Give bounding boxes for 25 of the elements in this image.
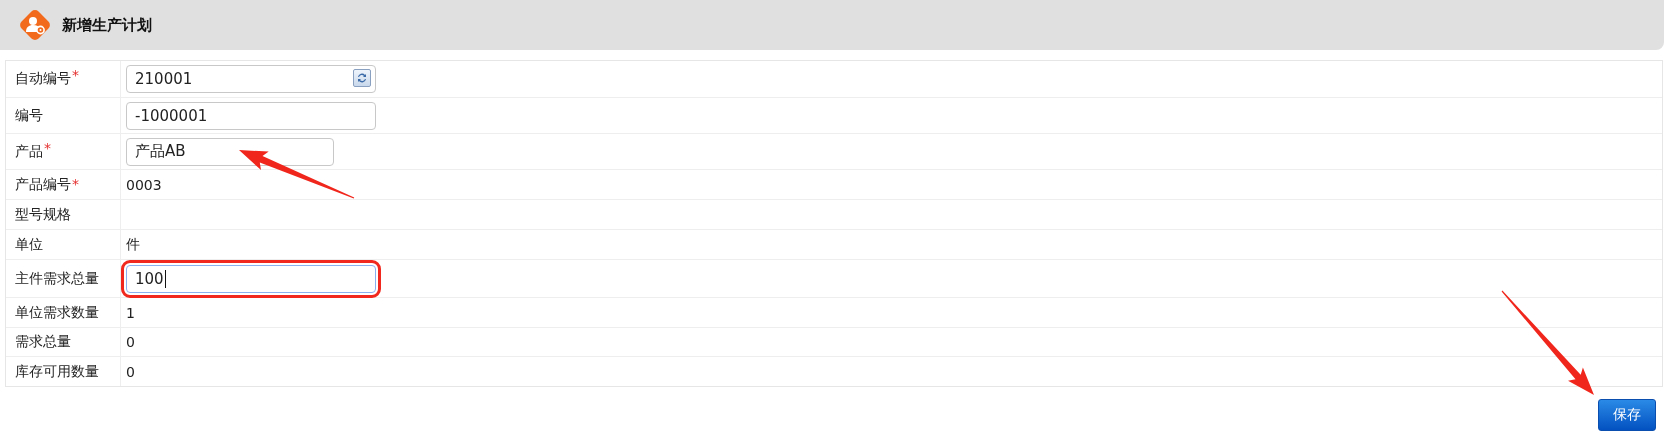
save-button[interactable]: 保存 [1598,399,1656,431]
field-label: 编号 [15,106,43,125]
input-field[interactable]: -1000001 [126,101,376,130]
field-value: 1 [126,304,135,321]
required-mark: * [72,176,79,192]
required-mark: * [44,140,51,156]
field-label: 需求总量 [15,333,71,351]
field-label: 产品编号 [15,175,71,194]
field-label: 自动编号 [15,70,71,88]
input-field[interactable]: 产品AB [126,137,334,166]
field-value: 0 [126,363,135,380]
field-label: 单位需求数量 [15,303,99,322]
field-label: 型号规格 [15,205,71,224]
field-value: 0003 [126,176,162,193]
field-label: 产品 [15,142,43,161]
field-label: 单位 [15,235,43,254]
input-field[interactable]: 210001 [126,65,376,93]
required-mark: * [72,67,79,83]
refresh-button[interactable] [353,69,371,87]
field-value: 件 [126,235,140,254]
field-label: 库存可用数量 [15,362,99,381]
page-title: 新增生产计划 [62,15,152,35]
refresh-icon [356,72,368,84]
field-label: 主件需求总量 [15,269,99,288]
field-value: 0 [126,334,135,350]
